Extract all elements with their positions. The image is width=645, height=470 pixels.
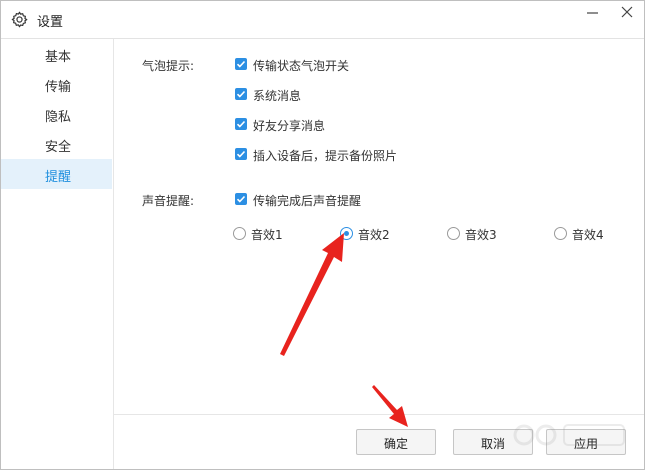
settings-sidebar: 基本 传输 隐私 安全 提醒 bbox=[1, 39, 114, 469]
checkmark-icon bbox=[236, 60, 246, 68]
settings-window: 设置 基本 传输 隐私 安全 提醒 气泡提示: 传输状态气泡开关 系统消息 好友… bbox=[0, 0, 645, 470]
minimize-button[interactable] bbox=[578, 1, 608, 25]
sidebar-item-reminder[interactable]: 提醒 bbox=[1, 159, 112, 189]
sound-section-label: 声音提醒: bbox=[142, 194, 195, 208]
bubble-system-message-checkbox[interactable]: 系统消息 bbox=[235, 86, 415, 104]
radio-label: 音效1 bbox=[251, 228, 283, 242]
checkbox-label: 系统消息 bbox=[253, 89, 302, 103]
checkmark-icon bbox=[236, 150, 246, 158]
sidebar-item-privacy[interactable]: 隐私 bbox=[1, 99, 112, 129]
settings-content: 气泡提示: 传输状态气泡开关 系统消息 好友分享消息 插入设备后，提示备份照片 bbox=[114, 39, 644, 469]
checkbox[interactable] bbox=[235, 58, 247, 70]
radio-button[interactable] bbox=[340, 227, 353, 240]
sound-effect-3-radio[interactable]: 音效3 bbox=[447, 225, 517, 243]
checkmark-icon bbox=[236, 195, 246, 203]
sound-effect-1-radio[interactable]: 音效1 bbox=[233, 225, 303, 243]
close-icon bbox=[621, 6, 633, 18]
sidebar-item-security[interactable]: 安全 bbox=[1, 129, 112, 159]
checkbox-label: 传输状态气泡开关 bbox=[253, 59, 350, 73]
checkbox[interactable] bbox=[235, 118, 247, 130]
window-title: 设置 bbox=[37, 15, 64, 30]
checkbox[interactable] bbox=[235, 193, 247, 205]
sound-effect-2-radio[interactable]: 音效2 bbox=[340, 225, 410, 243]
radio-button[interactable] bbox=[554, 227, 567, 240]
sidebar-item-label: 安全 bbox=[45, 140, 72, 155]
sidebar-item-label: 基本 bbox=[45, 50, 72, 65]
checkmark-icon bbox=[236, 120, 246, 128]
checkbox[interactable] bbox=[235, 148, 247, 160]
sidebar-item-transfer[interactable]: 传输 bbox=[1, 69, 112, 99]
bubble-backup-photos-checkbox[interactable]: 插入设备后，提示备份照片 bbox=[235, 146, 455, 164]
checkbox[interactable] bbox=[235, 88, 247, 100]
gear-icon bbox=[11, 11, 28, 28]
sidebar-item-label: 传输 bbox=[45, 80, 72, 95]
checkmark-icon bbox=[236, 90, 246, 98]
sidebar-item-label: 隐私 bbox=[45, 110, 72, 125]
radio-button[interactable] bbox=[447, 227, 460, 240]
bubble-section-label: 气泡提示: bbox=[142, 59, 195, 73]
title-bar: 设置 bbox=[1, 1, 644, 39]
bubble-transfer-status-checkbox[interactable]: 传输状态气泡开关 bbox=[235, 56, 415, 74]
sidebar-item-label: 提醒 bbox=[45, 170, 72, 185]
checkbox-label: 传输完成后声音提醒 bbox=[253, 194, 362, 208]
sound-effect-4-radio[interactable]: 音效4 bbox=[554, 225, 624, 243]
bubble-friend-share-checkbox[interactable]: 好友分享消息 bbox=[235, 116, 415, 134]
confirm-button[interactable]: 确定 bbox=[356, 429, 436, 455]
watermark-logo bbox=[513, 424, 625, 446]
radio-button[interactable] bbox=[233, 227, 246, 240]
radio-label: 音效4 bbox=[572, 228, 604, 242]
checkbox-label: 好友分享消息 bbox=[253, 119, 326, 133]
minimize-icon bbox=[587, 12, 598, 14]
checkbox-label: 插入设备后，提示备份照片 bbox=[253, 149, 398, 163]
close-button[interactable] bbox=[612, 1, 642, 25]
radio-label: 音效2 bbox=[358, 228, 390, 242]
sidebar-item-basic[interactable]: 基本 bbox=[1, 39, 112, 69]
radio-label: 音效3 bbox=[465, 228, 497, 242]
sound-on-complete-checkbox[interactable]: 传输完成后声音提醒 bbox=[235, 191, 435, 209]
